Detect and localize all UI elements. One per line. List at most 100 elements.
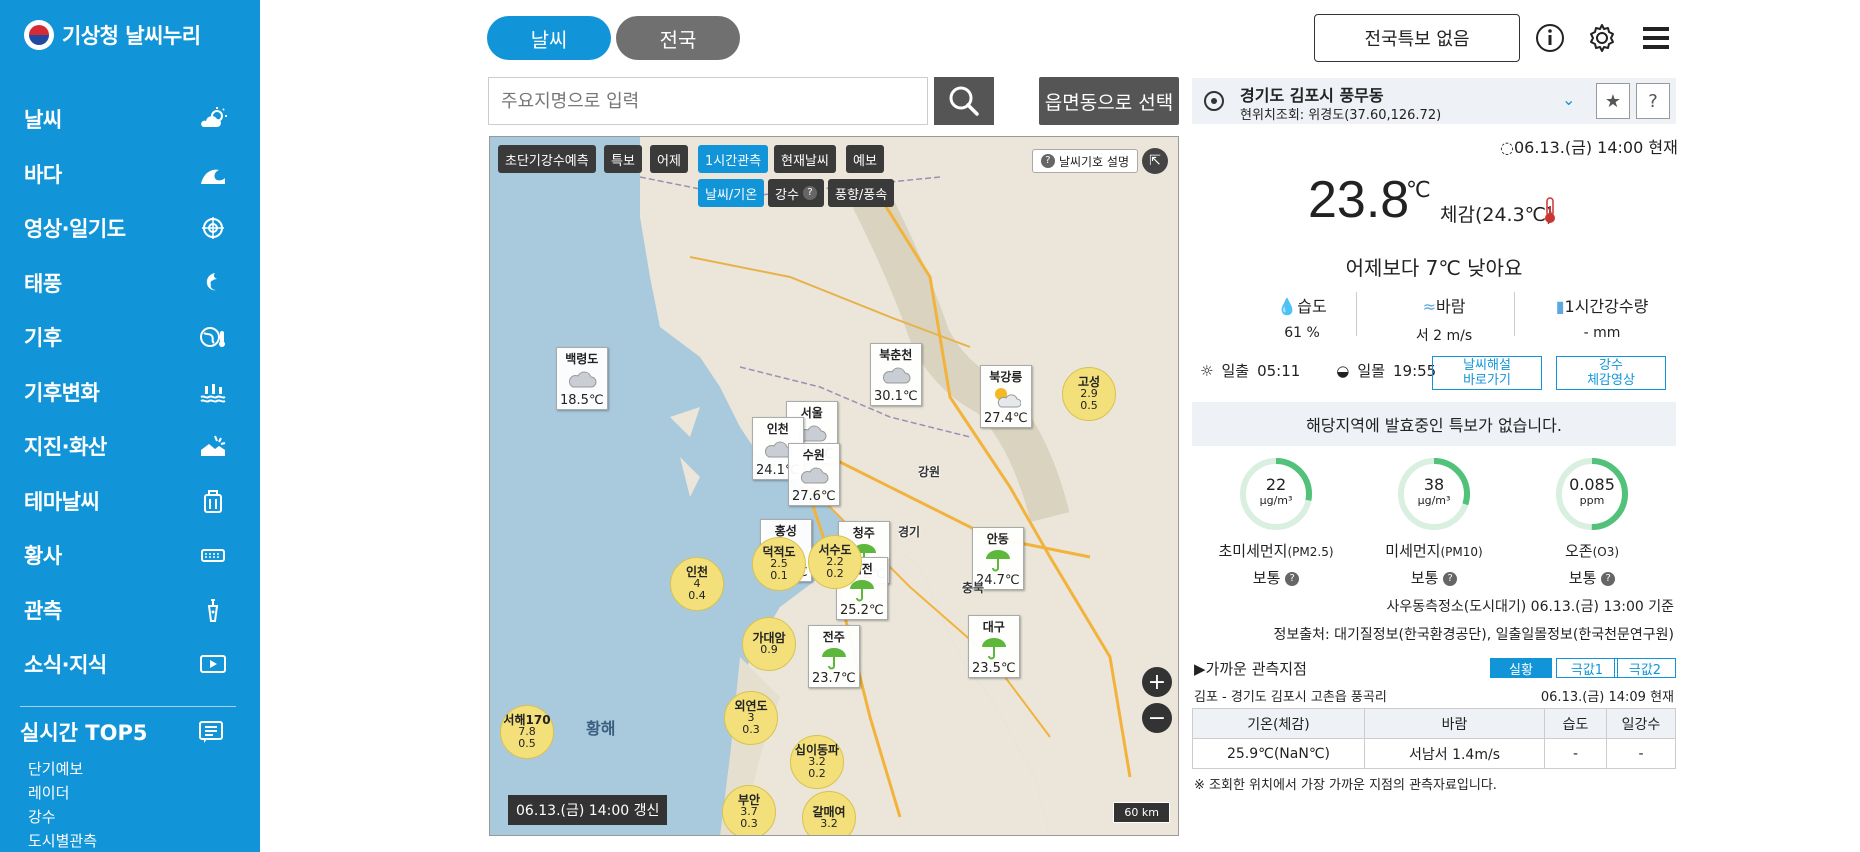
map-buoy[interactable]: 덕적도 2.5 0.1 <box>752 537 806 591</box>
map-station[interactable]: 전주 23.7℃ <box>808 625 860 688</box>
map-tab-current[interactable]: 현재날씨 <box>774 145 836 173</box>
sunset-time: 19:55 <box>1393 361 1437 380</box>
search-input[interactable] <box>488 77 928 125</box>
rain-label: 1시간강수량 <box>1564 297 1649 316</box>
map-station[interactable]: 백령도 18.5℃ <box>556 347 608 410</box>
sidebar-item-0[interactable]: 날씨 <box>0 92 260 147</box>
wind-icon: ≈ <box>1422 297 1436 316</box>
chevron-down-icon[interactable]: ⌄ <box>1562 90 1575 109</box>
thermometer-icon <box>1545 197 1555 223</box>
sidebar-item-10[interactable]: 소식·지식 <box>0 637 260 692</box>
sidebar-item-label: 바다 <box>24 162 62 187</box>
map-subtab-rain[interactable]: 강수 ? <box>768 179 825 207</box>
sidebar-item-8[interactable]: 황사 <box>0 528 260 583</box>
gear-icon[interactable] <box>1586 22 1618 54</box>
map-tab-hourly-obs[interactable]: 1시간관측 <box>698 145 769 173</box>
rain-video-button[interactable]: 강수 체감영상 <box>1556 356 1666 390</box>
help-button[interactable]: ? <box>1636 83 1670 119</box>
sidebar-item-3[interactable]: 태풍 <box>0 256 260 311</box>
sidebar-item-7[interactable]: 테마날씨 <box>0 474 260 529</box>
zoom-in-button[interactable]: + <box>1142 667 1172 697</box>
star-icon[interactable]: ★ <box>1596 83 1630 119</box>
map-tab-yesterday[interactable]: 어제 <box>650 145 688 173</box>
tab-nearby-live[interactable]: 실황 <box>1490 658 1552 678</box>
tab-nation[interactable]: 전국 <box>616 16 740 60</box>
info-icon[interactable] <box>1534 22 1566 54</box>
map-tab-forecast[interactable]: 예보 <box>846 145 884 173</box>
sidebar-item-1[interactable]: 바다 <box>0 147 260 202</box>
map-station[interactable]: 북강릉 27.4℃ <box>980 365 1032 428</box>
tab-nearby-extreme2[interactable]: 극값2 <box>1614 658 1676 678</box>
tab-nearby-extreme1[interactable]: 극값1 <box>1556 658 1618 678</box>
gps-icon[interactable] <box>1204 91 1224 111</box>
map-buoy[interactable]: 부안 3.7 0.3 <box>722 785 776 835</box>
sidebar-item-label: 황사 <box>24 544 62 569</box>
nation-warning-button[interactable]: 전국특보 없음 <box>1314 14 1520 62</box>
globe-thermo-icon <box>198 324 228 350</box>
station-name: 전주 <box>822 630 845 644</box>
rain-value: - mm <box>1583 325 1621 341</box>
kma-emblem-icon <box>24 20 54 50</box>
expand-icon[interactable]: ⇱ <box>1142 148 1168 174</box>
help-icon[interactable]: ? <box>1601 571 1616 586</box>
map-buoy[interactable]: 외연도 3 0.3 <box>724 691 778 745</box>
map-station[interactable]: 대구 23.5℃ <box>968 615 1020 678</box>
list-icon[interactable] <box>198 720 224 744</box>
map-buoy[interactable]: 갈매여 3.2 <box>802 791 856 835</box>
logo[interactable]: 기상청 날씨누리 <box>24 20 201 50</box>
help-icon[interactable]: ? <box>1285 571 1300 586</box>
video-icon <box>198 651 228 677</box>
map-buoy[interactable]: 인천 4 0.4 <box>670 557 724 611</box>
buoy-wave: 0.9 <box>760 643 778 656</box>
station-temp: 27.4℃ <box>984 411 1028 426</box>
sidebar-item-2[interactable]: 영상·일기도 <box>0 201 260 256</box>
dust-icon <box>198 542 228 568</box>
table-cell: - <box>1544 738 1607 769</box>
region-select-button[interactable]: 읍면동으로 선택 <box>1039 77 1179 125</box>
table-header: 습도 <box>1544 708 1607 739</box>
tab-weather[interactable]: 날씨 <box>487 16 611 60</box>
map-buoy[interactable]: 서해170 7.8 0.5 <box>500 705 554 759</box>
sidebar-item-label: 소식·지식 <box>24 653 107 678</box>
weather-commentary-button[interactable]: 날씨해설 바로가기 <box>1432 356 1542 390</box>
table-cell: 서남서 1.4m/s <box>1364 738 1545 769</box>
map-buoy[interactable]: 고성 2.9 0.5 <box>1062 367 1116 421</box>
top5-item[interactable]: 도시별관측 <box>20 829 236 852</box>
map-scale: 60 km <box>1113 802 1170 823</box>
help-icon[interactable]: ? <box>803 186 818 200</box>
zoom-out-button[interactable]: − <box>1142 703 1172 733</box>
wind-stat: ≈바람 서 2 m/s <box>1364 293 1524 345</box>
menu-icon[interactable] <box>1640 22 1672 54</box>
top5-item[interactable]: 강수 <box>20 805 236 829</box>
location-bar[interactable]: 경기도 김포시 풍무동 현위치조회: 위경도(37.60,126.72) ⌄ ★… <box>1192 78 1676 124</box>
map-station[interactable]: 수원 27.6℃ <box>788 443 840 506</box>
nearby-note: ※ 조회한 위치에서 가장 가까운 지점의 관측자료입니다. <box>1194 778 1497 793</box>
legend-button[interactable]: ? 날씨기호 설명 <box>1031 149 1138 173</box>
top5-item[interactable]: 단기예보 <box>20 757 236 781</box>
app-title: 기상청 날씨누리 <box>62 24 201 48</box>
typhoon-icon <box>198 270 228 296</box>
map-buoy[interactable]: 십이동파 3.2 0.2 <box>790 735 844 789</box>
map-buoy[interactable]: 가대암 0.9 <box>742 617 796 671</box>
sidebar-item-4[interactable]: 기후 <box>0 310 260 365</box>
map-station[interactable]: 북춘천 30.1℃ <box>870 343 922 406</box>
sidebar-item-5[interactable]: 기후변화 <box>0 365 260 420</box>
map-subtab-wind[interactable]: 풍향/풍속 <box>828 179 895 207</box>
map-tab-nowcast[interactable]: 초단기강수예측 <box>498 145 596 173</box>
map-subtab-weather-temp[interactable]: 날씨/기온 <box>698 179 765 207</box>
help-icon[interactable]: ? <box>1443 571 1458 586</box>
sidebar-item-label: 지진·화산 <box>24 435 107 460</box>
station-name: 북춘천 <box>879 348 913 362</box>
map-buoy[interactable]: 서수도 2.2 0.2 <box>808 535 862 589</box>
sidebar-item-9[interactable]: 관측 <box>0 583 260 638</box>
search-button[interactable] <box>934 77 994 125</box>
sidebar-item-6[interactable]: 지진·화산 <box>0 419 260 474</box>
buoy-wave: 0.1 <box>770 569 788 582</box>
weather-map[interactable]: 초단기강수예측 특보 어제 1시간관측 현재날씨 예보 날씨/기온 강수 ? 풍… <box>489 136 1179 836</box>
temp-unit: ℃ <box>1406 178 1431 203</box>
map-tab-warning[interactable]: 특보 <box>604 145 642 173</box>
quake-icon <box>198 433 228 459</box>
top5-item[interactable]: 레이더 <box>20 781 236 805</box>
tower-icon <box>198 597 228 623</box>
no-warning-notice: 해당지역에 발효중인 특보가 없습니다. <box>1192 402 1676 446</box>
